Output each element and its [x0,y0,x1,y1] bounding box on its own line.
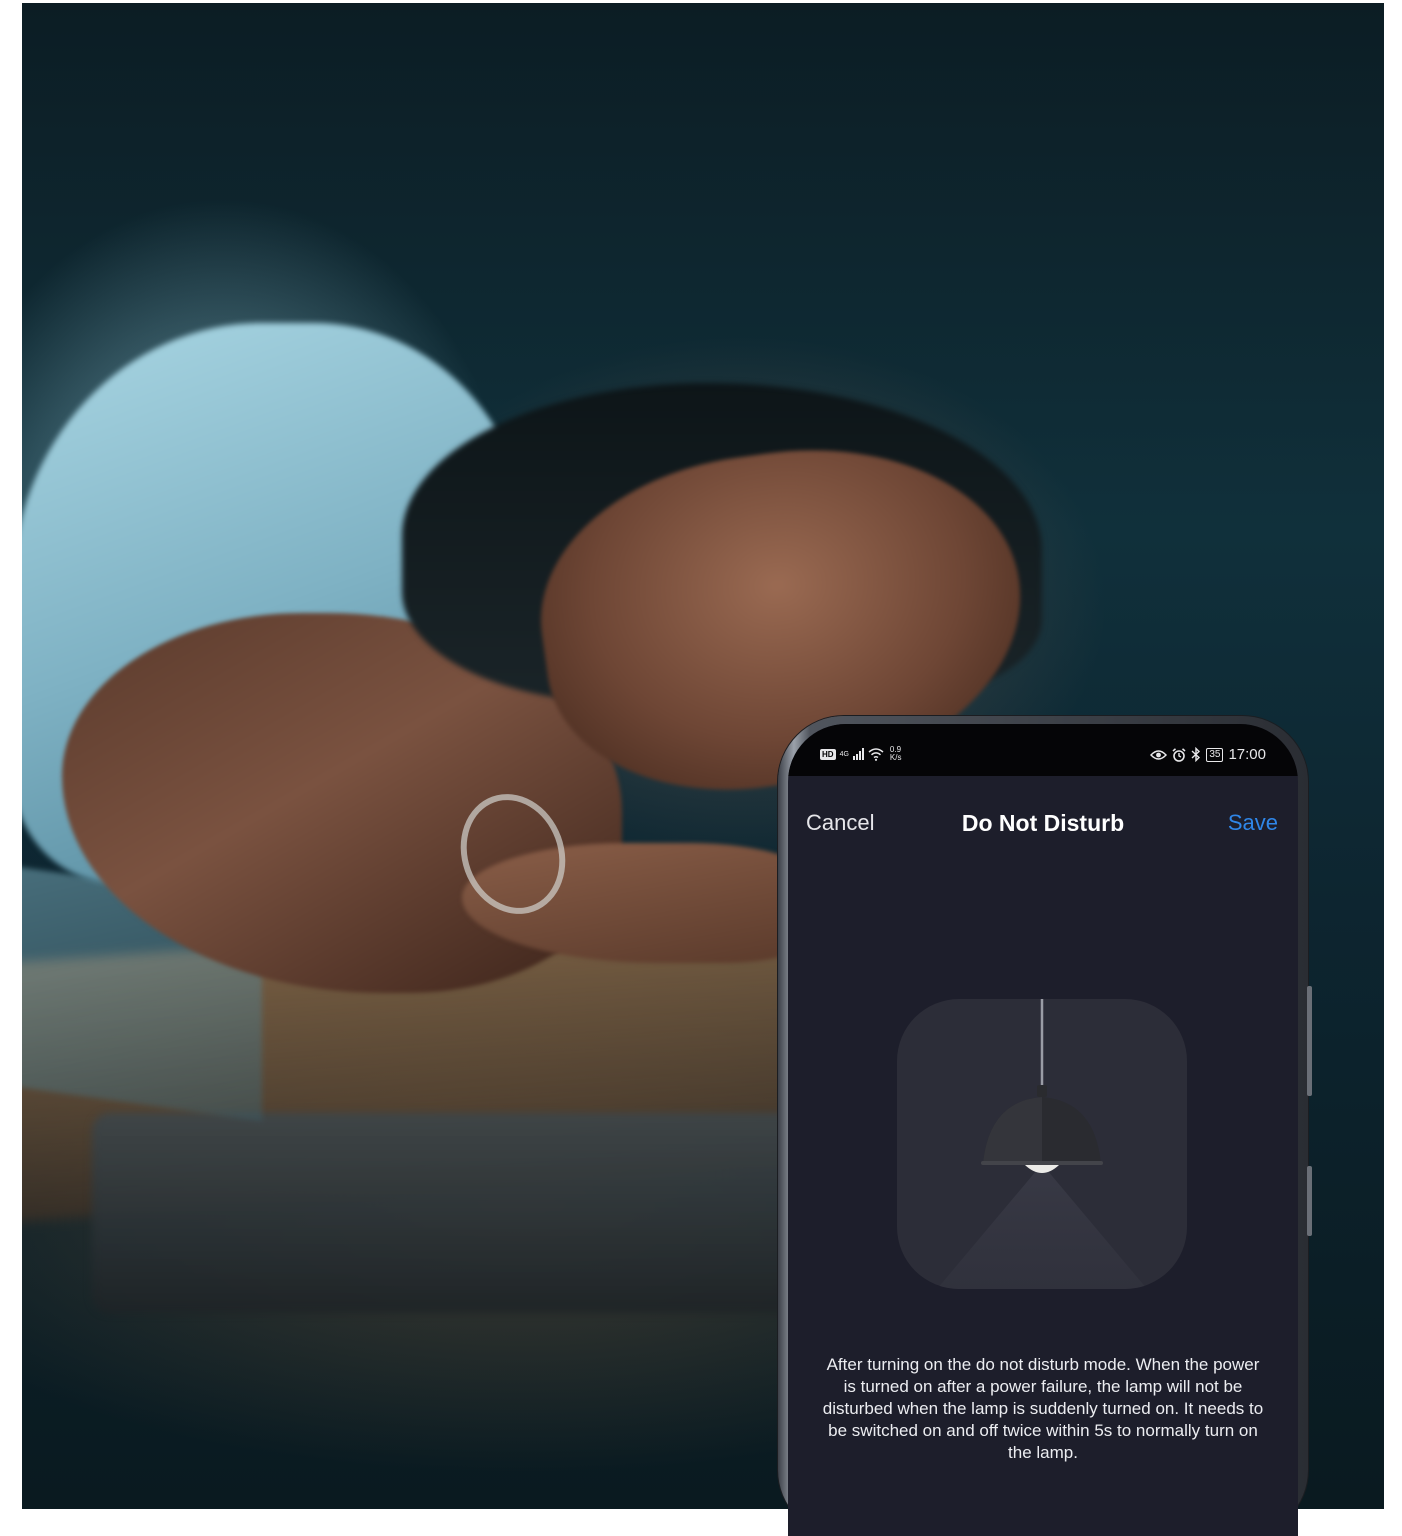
save-button[interactable]: Save [1228,810,1278,836]
bluetooth-icon [1191,747,1201,762]
status-time: 17:00 [1228,746,1266,763]
laptop [92,1113,852,1313]
description-text: After turning on the do not disturb mode… [822,1355,1264,1462]
page-title: Do Not Disturb [961,810,1125,836]
lamp-illustration [897,999,1187,1289]
phone-frame: HD 4G 0.9 K/s 35 17:00 Cancel Do Not Dis… [778,716,1312,1536]
speed-unit: K/s [889,753,902,762]
pendant-lamp-icon [937,999,1147,1289]
alarm-icon [1172,747,1186,762]
wifi-icon [868,747,884,761]
battery-icon: 35 [1206,747,1224,762]
hd-icon: HD [820,748,836,760]
network-speed: 0.9 K/s [890,746,902,762]
eye-icon [1150,749,1168,760]
app-header: Cancel Do Not Disturb Save [788,804,1298,844]
signal-icon [852,748,864,760]
network-type-label: 4G [839,750,849,758]
phone-screen: HD 4G 0.9 K/s 35 17:00 Cancel Do Not Dis… [788,724,1298,1536]
power-button [1307,1166,1312,1236]
status-bar: HD 4G 0.9 K/s 35 17:00 [788,724,1298,776]
status-right: 35 17:00 [1150,746,1266,763]
volume-button [1307,986,1312,1096]
status-left: HD 4G 0.9 K/s [820,746,901,762]
